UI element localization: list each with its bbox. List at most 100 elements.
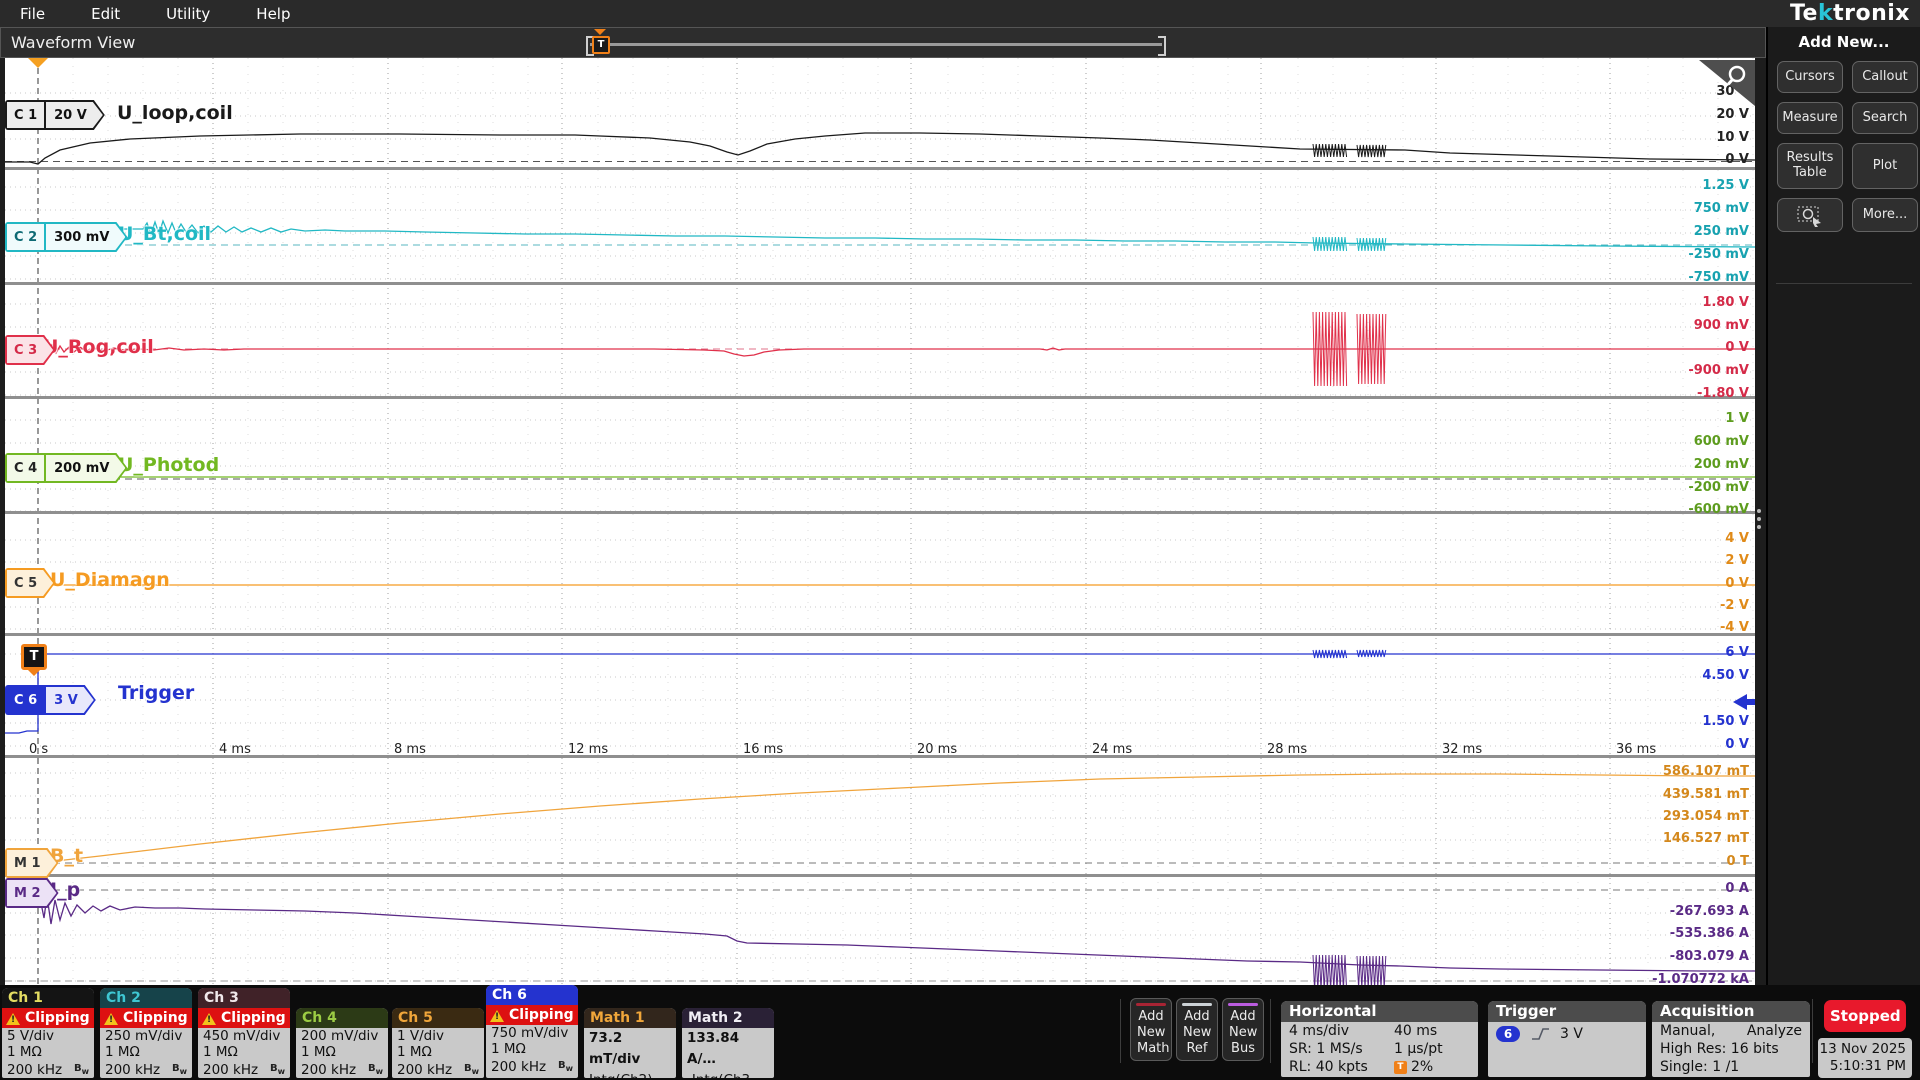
channel-badge-m-1[interactable]: M 1: [5, 848, 59, 878]
trace-label-u-photod[interactable]: U_Photod: [118, 454, 219, 476]
axis-label-c-5: -4 V: [1719, 620, 1749, 635]
noise-burst: [1356, 144, 1387, 158]
axis-label-c-2: 750 mV: [1693, 201, 1749, 216]
trigger-position-icon: T: [1394, 1060, 1407, 1074]
clipping-warning: ! Clipping: [100, 1008, 192, 1028]
trigger-source-marker[interactable]: T: [21, 644, 47, 676]
separator: [1270, 999, 1271, 1063]
ch-6-card[interactable]: Ch 6! Clipping 750 mV/div 1 MΩ 200 kHz Bw: [486, 985, 578, 1078]
time-axis-label: 8 ms: [394, 742, 426, 757]
axis-label-m-2: -803.079 A: [1669, 949, 1749, 964]
add-new-math-button[interactable]: Add New Math: [1130, 998, 1172, 1061]
time-axis-label: 16 ms: [743, 742, 784, 757]
logo-text-2: tronix: [1833, 1, 1910, 26]
axis-label-c-3: 900 mV: [1693, 318, 1749, 333]
add-new-ref-button[interactable]: Add New Ref: [1176, 998, 1218, 1061]
menu-help[interactable]: Help: [256, 5, 290, 23]
axis-label-m-2: -1.070772 kA: [1652, 972, 1749, 985]
trace-label-u-bt-coil[interactable]: U_Bt,coil: [118, 223, 211, 245]
zoom-select-button[interactable]: [1777, 198, 1843, 232]
waveform-grid[interactable]: T 30 V 20 V 10 V0 VC 1 20 V U_loop,coil 1.25 …: [5, 58, 1755, 985]
axis-label-m-1: 586.107 mT: [1662, 764, 1749, 779]
waveform-window: Waveform View T T 30 V 20 V 10 V0 VC 1 20 V…: [0, 27, 1767, 985]
panel-splitter-handle[interactable]: [1757, 505, 1763, 533]
time-axis-label: 0 s: [29, 742, 49, 757]
run-stop-status-button[interactable]: Stopped: [1824, 1000, 1906, 1032]
card-title: Ch 5: [392, 1008, 484, 1028]
card-row: 200 kHz: [203, 1062, 259, 1078]
channel-badge-c-2[interactable]: C 2 300 mV: [5, 222, 127, 252]
waveform-canvas: [5, 58, 1755, 985]
axis-label-c-1: 20 V: [1716, 107, 1749, 122]
channel-badge-c-1[interactable]: C 1 20 V: [5, 100, 105, 130]
ch-5-card[interactable]: Ch 51 V/div 1 MΩ 200 kHz Bw: [392, 1008, 484, 1078]
menu-utility[interactable]: Utility: [166, 5, 210, 23]
trigger-position-marker-icon[interactable]: T: [592, 36, 610, 54]
channel-badge-c-6[interactable]: C 6 3 V: [5, 685, 96, 715]
more-button[interactable]: More...: [1852, 198, 1918, 232]
trace-label-u-diamagn[interactable]: U_Diamagn: [50, 569, 170, 591]
horizontal-window: 40 ms: [1394, 1023, 1438, 1039]
logo-accent: k: [1817, 1, 1834, 26]
horizontal-panel[interactable]: Horizontal 4 ms/div 40 ms SR: 1 MS/s 1 µs/…: [1281, 1001, 1478, 1077]
bandwidth-limit-icon: Bw: [463, 1062, 479, 1076]
ch-4-card[interactable]: Ch 4 200 mV/div 1 MΩ 200 kHz Bw: [296, 1008, 388, 1078]
axis-label-c-6: 6 V: [1725, 645, 1749, 660]
card-row: 5 V/div: [7, 1028, 54, 1044]
zoom-select-icon: [1797, 206, 1821, 227]
axis-label-c-3: 0 V: [1725, 340, 1749, 355]
menu-edit[interactable]: Edit: [91, 5, 120, 23]
axis-label-c-2: -750 mV: [1688, 270, 1749, 285]
trace-label-u-loop-coil[interactable]: U_loop,coil: [117, 102, 233, 124]
callout-button[interactable]: Callout: [1852, 61, 1918, 93]
badge-scale: 20 V: [54, 107, 87, 123]
cursors-button[interactable]: Cursors: [1777, 61, 1843, 93]
trace-c-6: [5, 653, 1755, 734]
trace-label-trigger[interactable]: Trigger: [118, 682, 194, 704]
card-title: Ch 4: [296, 1008, 388, 1028]
right-sidebar: Add New... Cursors Callout Measure Search Re…: [1767, 27, 1920, 985]
sample-rate: SR: 1 MS/s: [1289, 1041, 1363, 1057]
add-new-button-grid: Cursors Callout Measure Search Results Table…: [1768, 51, 1920, 232]
channel-badge-m-2[interactable]: M 2: [5, 878, 59, 908]
axis-label-m-2: -267.693 A: [1669, 904, 1749, 919]
channel-badge-c-4[interactable]: C 4 200 mV: [5, 453, 127, 483]
add-new-bus-button[interactable]: Add New Bus: [1222, 998, 1264, 1061]
card-title: Math 1: [584, 1008, 676, 1028]
record-length: RL: 40 kpts: [1289, 1059, 1368, 1075]
clipping-warning: ! Clipping: [2, 1008, 94, 1028]
separator: [1120, 999, 1121, 1063]
card-row: -Intg(Ch3…: [687, 1070, 764, 1078]
badge-id: C 2: [14, 229, 38, 245]
plot-button[interactable]: Plot: [1852, 143, 1918, 189]
card-row: 200 kHz: [105, 1062, 161, 1078]
trigger-position-pointer-icon: [594, 29, 606, 35]
menu-file[interactable]: File: [20, 5, 45, 23]
ch-2-card[interactable]: Ch 2! Clipping 250 mV/div 1 MΩ 200 kHz Bw: [100, 988, 192, 1078]
trace-m-2: [5, 888, 1755, 972]
waveform-view-tab[interactable]: Waveform View T: [0, 27, 1766, 58]
math-1-card[interactable]: Math 173.2 mT/div Intg(Ch2)…: [584, 1008, 676, 1078]
horizontal-position-scrollbar[interactable]: T: [586, 29, 1166, 56]
ch-3-card[interactable]: Ch 3! Clipping 450 mV/div 1 MΩ 200 kHz Bw: [198, 988, 290, 1078]
acquisition-panel[interactable]: Acquisition Manual, Analyze High Res: 16 …: [1652, 1001, 1810, 1077]
card-row: 1 MΩ: [203, 1044, 238, 1061]
axis-label-m-2: -535.386 A: [1669, 926, 1749, 941]
measure-button[interactable]: Measure: [1777, 102, 1843, 134]
scrollbar-track: [590, 43, 1162, 46]
trigger-level-arrow-icon[interactable]: [1733, 694, 1747, 710]
acquisition-single: Single: 1 /1: [1660, 1059, 1740, 1075]
date: 13 Nov 2025: [1819, 1041, 1906, 1057]
time-axis-label: 28 ms: [1267, 742, 1308, 757]
math-2-card[interactable]: Math 2133.84 A/… -Intg(Ch3…: [682, 1008, 774, 1078]
ch-1-card[interactable]: Ch 1! Clipping 5 V/div 1 MΩ 200 kHz Bw: [2, 988, 94, 1078]
search-button[interactable]: Search: [1852, 102, 1918, 134]
trace-label-u-rog-coil[interactable]: U_Rog,coil: [43, 336, 154, 358]
badge-id: C 4: [14, 460, 38, 476]
results-table-button[interactable]: Results Table: [1777, 143, 1843, 189]
trigger-panel[interactable]: Trigger 6 3 V: [1488, 1001, 1646, 1077]
noise-burst: [1356, 237, 1387, 252]
card-row: 450 mV/div: [203, 1028, 281, 1044]
time-axis-label: 20 ms: [917, 742, 958, 757]
horizontal-scale: 4 ms/div: [1289, 1023, 1350, 1039]
